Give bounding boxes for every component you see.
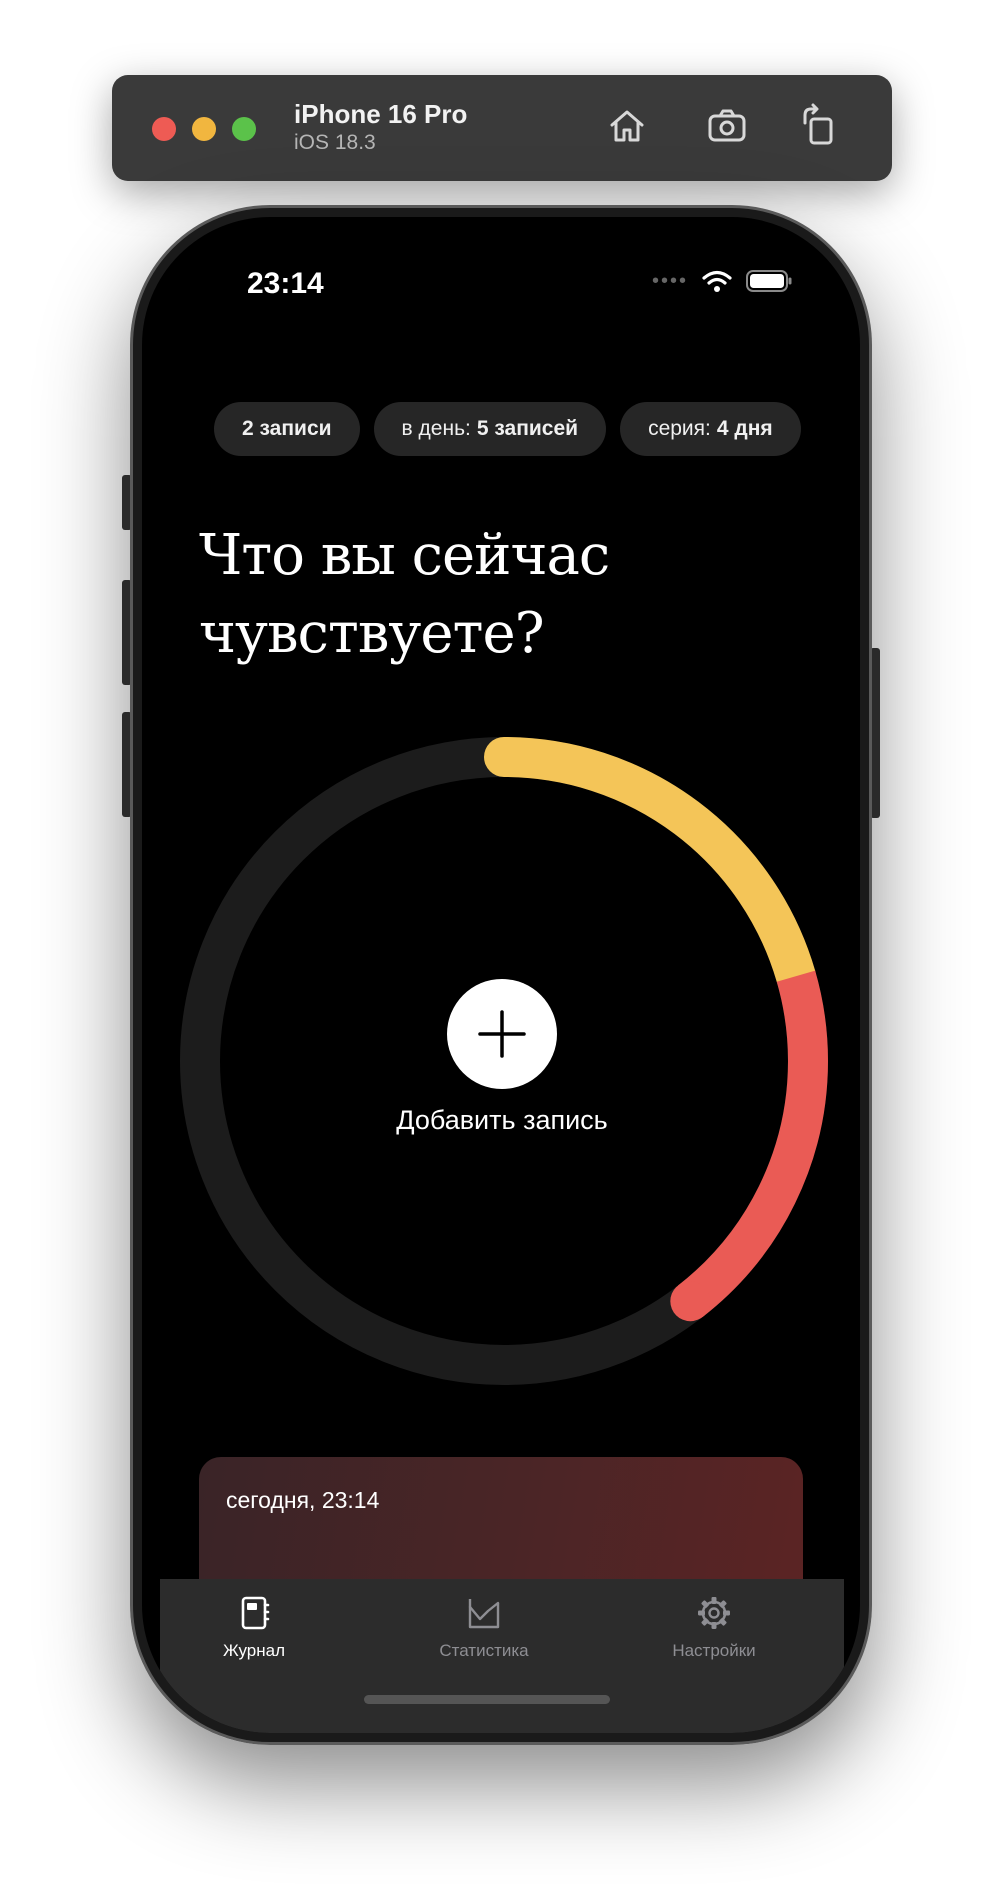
add-entry-label[interactable]: Добавить запись [252,1105,752,1136]
screenshot-button[interactable] [702,101,752,151]
simulator-title-bar: iPhone 16 Pro iOS 18.3 [112,75,892,181]
per-day-chip: в день: 5 записей [373,402,607,456]
device-name: iPhone 16 Pro [294,99,468,129]
per-day-value: 5 записей [476,417,579,440]
chart-icon [468,1599,500,1629]
stats-row: 2 записи в день: 5 записей серия: 4 дня [214,402,801,456]
streak-value: 4 дня [716,417,773,440]
rotate-button[interactable] [794,101,844,151]
camera-icon [708,109,746,142]
phone-screen: 23:14 •••• 2 записи в день: 5 записей се… [142,217,860,1733]
home-indicator [364,1695,610,1704]
tab-statistics[interactable]: Статистика [384,1593,584,1661]
os-version: iOS 18.3 [294,131,376,154]
streak-label: серия: [648,417,711,440]
per-day-label: в день: [401,417,471,440]
journal-icon [241,1596,270,1630]
status-icons: •••• [652,269,792,293]
tab-statistics-label: Статистика [439,1641,529,1660]
home-icon [610,110,644,142]
close-window-button[interactable] [152,117,176,141]
minimize-window-button[interactable] [192,117,216,141]
wifi-icon [702,270,732,292]
tab-settings[interactable]: Настройки [614,1593,814,1661]
plus-icon [478,1010,526,1058]
heading-line-1: Что вы сейчас [199,523,610,588]
battery-icon [746,270,792,292]
entry-date: сегодня, 23:14 [226,1487,380,1513]
gear-icon [698,1597,730,1629]
heading-line-2: чувствуете? [199,601,545,666]
status-time: 23:14 [247,267,324,300]
streak-chip: серия: 4 дня [620,402,801,456]
tab-journal[interactable]: Журнал [154,1593,354,1661]
add-entry-button[interactable] [447,979,557,1089]
ring-segment-cap [670,1281,711,1322]
home-button[interactable] [602,101,652,151]
entries-count-value: 2 записи [242,417,332,440]
signal-icon: •••• [651,269,688,292]
tab-journal-label: Журнал [222,1641,286,1660]
zoom-window-button[interactable] [232,117,256,141]
rotate-icon [803,103,833,145]
entries-count-chip: 2 записи [214,402,360,456]
tab-settings-label: Настройки [672,1641,756,1660]
tab-bar: Журнал Статистика Настройки [160,1579,844,1733]
mood-question-heading: Что вы сейчас чувствуете? [199,517,759,673]
